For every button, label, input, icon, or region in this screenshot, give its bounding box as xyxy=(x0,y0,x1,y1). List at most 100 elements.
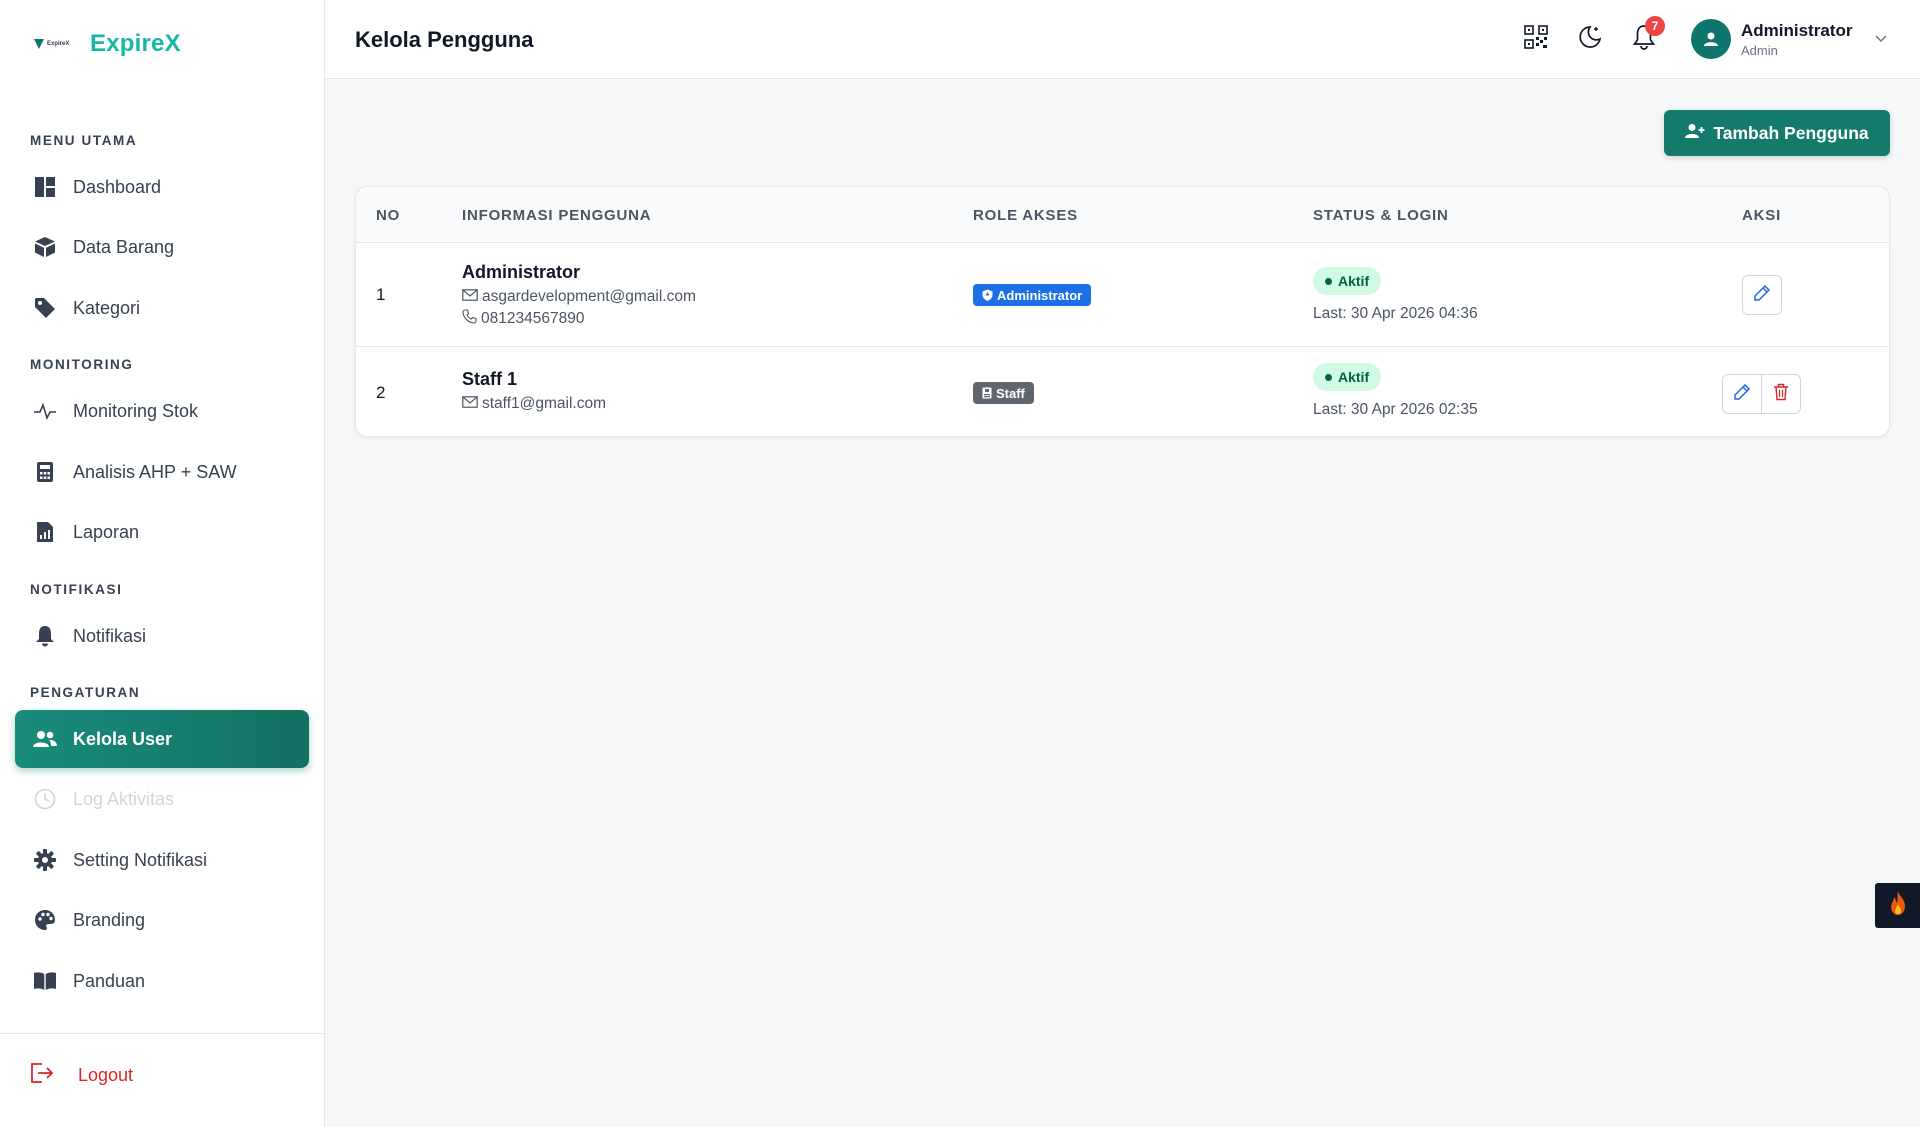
sidebar-item-log-aktivitas: Log Aktivitas xyxy=(15,770,309,828)
tag-icon xyxy=(33,296,57,320)
status-login: Aktif Last: 30 Apr 2026 02:35 xyxy=(1313,363,1478,419)
envelope-icon xyxy=(462,288,478,306)
user-email: staff1@gmail.com xyxy=(462,395,606,413)
logout-label: Logout xyxy=(78,1065,134,1085)
table-row: 2 Staff 1 staff1@gmail.com Staff Aktif L… xyxy=(356,348,1889,436)
sidebar: ExpireX ExpireX MENU UTAMA Dashboard Dat… xyxy=(0,0,325,1127)
sidebar-item-label: Panduan xyxy=(73,970,146,991)
sidebar-item-panduan[interactable]: Panduan xyxy=(15,952,309,1010)
add-user-label: Tambah Pengguna xyxy=(1713,122,1869,143)
column-header-status: STATUS & LOGIN xyxy=(1313,207,1449,224)
row-number: 1 xyxy=(376,285,386,304)
user-icon xyxy=(1704,32,1718,46)
column-header-aksi: AKSI xyxy=(1742,207,1782,224)
section-label-monitoring: MONITORING xyxy=(30,357,134,372)
brand[interactable]: ExpireX ExpireX xyxy=(34,30,181,58)
table-header: NO INFORMASI PENGGUNA ROLE AKSES STATUS … xyxy=(356,187,1889,243)
user-email: asgardevelopment@gmail.com xyxy=(462,288,696,306)
user-name: Administrator xyxy=(1741,20,1853,40)
section-label-menu-utama: MENU UTAMA xyxy=(30,133,138,148)
flame-icon xyxy=(1887,890,1909,921)
page-title: Kelola Pengguna xyxy=(355,27,534,52)
sidebar-item-analisis[interactable]: Analisis AHP + SAW xyxy=(15,443,309,501)
sidebar-item-dashboard[interactable]: Dashboard xyxy=(15,158,309,216)
delete-user-button[interactable] xyxy=(1761,374,1801,414)
sidebar-item-setting-notifikasi[interactable]: Setting Notifikasi xyxy=(15,831,309,889)
sidebar-item-label: Notifikasi xyxy=(73,625,147,646)
column-header-informasi: INFORMASI PENGGUNA xyxy=(462,207,652,224)
sidebar-item-label: Log Aktivitas xyxy=(73,788,175,809)
shield-icon xyxy=(982,289,993,301)
user-menu[interactable]: Administrator Admin xyxy=(1691,19,1888,59)
add-user-button[interactable]: Tambah Pengguna xyxy=(1664,110,1890,156)
calculator-icon xyxy=(33,460,57,484)
sidebar-item-monitoring-stok[interactable]: Monitoring Stok xyxy=(15,382,309,440)
row-number: 2 xyxy=(376,383,386,402)
palette-icon xyxy=(33,908,57,932)
sidebar-item-label: Monitoring Stok xyxy=(73,400,199,421)
logout-icon xyxy=(30,1062,56,1089)
sidebar-item-data-barang[interactable]: Data Barang xyxy=(15,218,309,276)
id-card-icon xyxy=(982,387,992,399)
notification-count-badge: 7 xyxy=(1645,16,1665,36)
dashboard-icon xyxy=(33,175,57,199)
last-login: Last: 30 Apr 2026 02:35 xyxy=(1313,401,1478,418)
sidebar-item-label: Setting Notifikasi xyxy=(73,849,208,870)
status-login: Aktif Last: 30 Apr 2026 04:36 xyxy=(1313,267,1478,323)
logout-button[interactable]: Logout xyxy=(30,1062,133,1089)
brand-name: ExpireX xyxy=(90,30,181,57)
floating-action-button[interactable] xyxy=(1875,883,1920,928)
user-name: Staff 1 xyxy=(462,369,518,389)
sidebar-item-laporan[interactable]: Laporan xyxy=(15,503,309,561)
avatar xyxy=(1691,19,1731,59)
pencil-icon xyxy=(1733,383,1751,406)
user-info: Staff 1 staff1@gmail.com xyxy=(462,369,606,413)
role-badge-administrator: Administrator xyxy=(973,284,1092,306)
sidebar-item-label: Branding xyxy=(73,909,146,930)
pulse-icon xyxy=(33,399,57,423)
sidebar-item-label: Analisis AHP + SAW xyxy=(73,461,237,482)
theme-toggle-button[interactable] xyxy=(1575,24,1605,54)
report-icon xyxy=(33,520,57,544)
trash-icon xyxy=(1773,383,1789,406)
user-name: Administrator xyxy=(462,262,581,282)
envelope-icon xyxy=(462,395,478,413)
column-header-role: ROLE AKSES xyxy=(973,207,1078,224)
bell-icon xyxy=(33,624,57,648)
role-badge-staff: Staff xyxy=(973,382,1034,404)
gear-icon xyxy=(33,848,57,872)
clock-icon xyxy=(33,787,57,811)
sidebar-divider xyxy=(0,1033,325,1034)
qr-code-icon xyxy=(1523,24,1549,55)
top-header: Kelola Pengguna 7 Administrator Admin xyxy=(325,0,1920,79)
sidebar-item-notifikasi[interactable]: Notifikasi xyxy=(15,607,309,665)
last-login: Last: 30 Apr 2026 04:36 xyxy=(1313,305,1478,322)
sidebar-item-label: Kelola User xyxy=(73,728,173,749)
user-role: Admin xyxy=(1741,42,1778,58)
section-label-pengaturan: PENGATURAN xyxy=(30,685,141,700)
chevron-down-icon xyxy=(1874,30,1888,48)
qr-scan-button[interactable] xyxy=(1521,24,1551,54)
sidebar-item-kelola-user[interactable]: Kelola User xyxy=(15,710,309,768)
sidebar-item-label: Dashboard xyxy=(73,176,162,197)
sidebar-item-label: Data Barang xyxy=(73,236,175,257)
box-icon xyxy=(33,235,57,259)
edit-user-button[interactable] xyxy=(1742,275,1782,315)
user-info: Administrator asgardevelopment@gmail.com… xyxy=(462,262,696,329)
sidebar-item-branding[interactable]: Branding xyxy=(15,891,309,949)
moon-icon xyxy=(1577,24,1603,55)
sidebar-item-label: Kategori xyxy=(73,297,141,318)
users-table: NO INFORMASI PENGGUNA ROLE AKSES STATUS … xyxy=(355,186,1890,437)
brand-logo-icon: ExpireX xyxy=(34,37,70,51)
notifications-button[interactable]: 7 xyxy=(1629,16,1665,54)
phone-icon xyxy=(462,309,477,329)
role-badge: Staff xyxy=(973,382,1034,404)
status-badge: Aktif xyxy=(1313,363,1382,391)
role-badge: Administrator xyxy=(973,284,1092,306)
user-phone: 081234567890 xyxy=(462,309,696,329)
edit-user-button[interactable] xyxy=(1722,374,1762,414)
sidebar-item-label: Laporan xyxy=(73,521,140,542)
book-icon xyxy=(33,969,57,993)
pencil-icon xyxy=(1753,284,1771,307)
sidebar-item-kategori[interactable]: Kategori xyxy=(15,279,309,337)
